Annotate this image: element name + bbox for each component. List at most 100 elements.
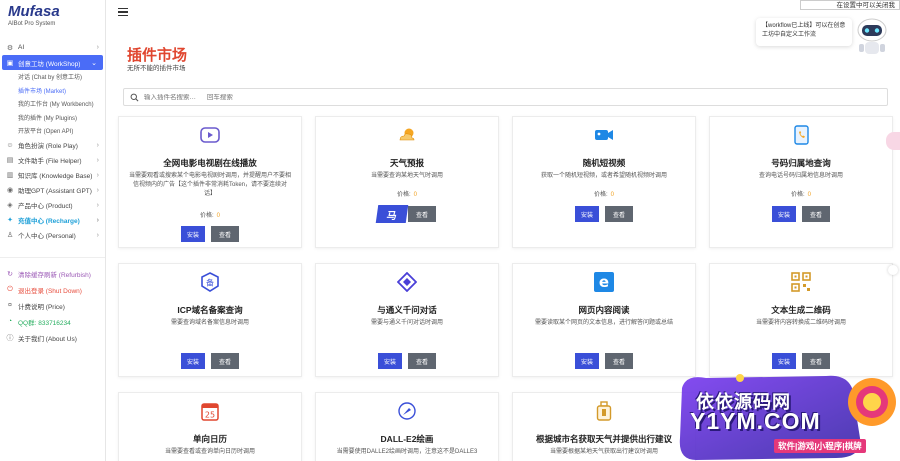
sidebar-item-knowledge[interactable]: ▥ 知识库 (Knowledge Base) › xyxy=(0,168,105,183)
sidebar-item-workshop[interactable]: ▣ 创意工坊 (WorkShop) ⌄ xyxy=(2,55,103,70)
plugin-desc: 当需要使用DALLE2绘画时调用，注意这不是DALLE3 xyxy=(336,449,478,455)
install-button[interactable]: 安装 xyxy=(575,353,599,369)
sidebar-item-recharge[interactable]: ✦ 充值中心 (Recharge) › xyxy=(0,213,105,228)
plugin-desc: 当需要将内容转换成二维码时调用 xyxy=(755,320,846,326)
sidebar-item-about[interactable]: ⓘ 关于我们 (About Us) xyxy=(0,330,105,346)
logo[interactable]: Mufasa AIBot Pro System xyxy=(0,0,105,32)
install-button[interactable]: 安装 xyxy=(575,206,599,222)
sidebar-item-filehelper[interactable]: ▤ 文件助手 (File Helper) › xyxy=(0,153,105,168)
install-button[interactable]: 安装 xyxy=(772,206,796,222)
sidebar-item-label: 产品中心 (Product) xyxy=(18,203,73,210)
side-feedback-tab[interactable] xyxy=(886,132,900,150)
plugin-card: 天气预报 当需要查询某地天气时调用 价格:0 安装查看 xyxy=(315,116,499,248)
view-button[interactable]: 查看 xyxy=(802,206,830,222)
plugin-name: ICP域名备案查询 xyxy=(177,305,243,315)
plugin-price: 价格: 0 xyxy=(710,189,892,198)
sidebar-item-label: 充值中心 (Recharge) xyxy=(18,218,80,225)
plugin-name: 号码归属地查询 xyxy=(771,158,831,168)
refresh-icon: ↻ xyxy=(7,270,13,278)
svg-text:e: e xyxy=(599,273,609,291)
plugin-desc: 当需要查看或查询单向日历时调用 xyxy=(164,449,255,455)
promo-sticker: 马 xyxy=(375,205,409,223)
plugin-name: 全网电影电视剧在线播放 xyxy=(163,158,257,168)
view-button[interactable]: 查看 xyxy=(605,353,633,369)
sidebar-subitem-workbench[interactable]: 我的工作台 (My Workbench) xyxy=(0,97,105,111)
sidebar-nav: ⚙ AI › ▣ 创意工坊 (WorkShop) ⌄ 对话 (Chat by 创… xyxy=(0,40,105,243)
plugin-desc: 需要与通义千问对话时调用 xyxy=(370,320,443,326)
watermark-url: Y1YM.COM xyxy=(690,408,821,434)
plugin-actions: 安装查看 xyxy=(513,353,695,369)
install-button[interactable]: 安装 xyxy=(181,226,205,242)
install-button[interactable]: 安装 xyxy=(181,353,205,369)
sidebar-item-label: 关于我们 (About Us) xyxy=(18,335,77,343)
sidebar-item-personal[interactable]: ♙ 个人中心 (Personal) › xyxy=(0,228,105,243)
plugin-card: 随机短视频 获取一个随机短视频，或者希望随机视频时调用 价格: 0 安装 查看 xyxy=(512,116,696,248)
sidebar-item-label: QQ群: 833716234 xyxy=(18,319,71,327)
view-button[interactable]: 查看 xyxy=(408,353,436,369)
side-float-button[interactable] xyxy=(888,265,898,275)
plugin-card: 根据城市名获取天气并提供出行建议 当需要根据某地天气获取出行建议时调用 xyxy=(512,392,696,461)
sidebar-subitem-market[interactable]: 插件市场 (Market) xyxy=(0,84,105,98)
plugin-card: e 网页内容阅读 需要读取某个网页的文本信息，进行解答问题或总结 安装 查看 xyxy=(512,263,696,377)
sidebar-item-label: 角色扮演 (Role Play) xyxy=(18,143,78,150)
sidebar-item-refresh[interactable]: ↻ 清除缓存刷新 (Refurbish) xyxy=(0,266,105,282)
workshop-icon: ▣ xyxy=(6,59,14,67)
chevron-right-icon: › xyxy=(96,171,99,179)
view-button[interactable]: 查看 xyxy=(605,206,633,222)
menu-toggle-icon[interactable] xyxy=(118,8,128,17)
logo-title: Mufasa xyxy=(8,3,60,20)
view-button[interactable]: 查看 xyxy=(802,353,830,369)
plugin-desc: 需要查询域名备案信息时调用 xyxy=(170,320,249,326)
plugin-name: 天气预报 xyxy=(389,158,424,168)
install-button[interactable]: 安装 xyxy=(378,353,402,369)
price-label: 价格: xyxy=(199,213,214,219)
price-label: 价格: xyxy=(396,192,411,198)
price-value: 0 xyxy=(610,192,614,198)
sidebar-subitem-plugins[interactable]: 我的插件 (My Plugins) xyxy=(0,111,105,125)
sidebar-subitem-chat[interactable]: 对话 (Chat by 创意工坊) xyxy=(0,70,105,84)
close-hint[interactable]: 在设置中可以关闭我 xyxy=(800,0,900,10)
search-icon xyxy=(130,93,139,101)
plugin-actions: 安装查看 xyxy=(710,353,892,369)
view-button[interactable]: 查看 xyxy=(211,226,239,242)
plugin-card: DALL-E2绘画 当需要使用DALLE2绘画时调用，注意这不是DALLE3 xyxy=(315,392,499,461)
view-button[interactable]: 查看 xyxy=(408,206,436,222)
sidebar: Mufasa AIBot Pro System ⚙ AI › ▣ 创意工坊 (W… xyxy=(0,0,106,461)
plugin-actions: 安装查看 xyxy=(710,206,892,222)
plugin-desc: 当需要根据某地天气获取出行建议时调用 xyxy=(549,449,658,455)
view-button[interactable]: 查看 xyxy=(211,353,239,369)
video-icon xyxy=(199,124,221,146)
chevron-right-icon: › xyxy=(96,186,99,194)
qrcode-icon xyxy=(790,271,812,293)
plugin-name: 文本生成二维码 xyxy=(771,305,831,315)
sidebar-item-label: 助理GPT (Assistant GPT) xyxy=(18,188,92,195)
plugin-name: 根据城市名获取天气并提供出行建议 xyxy=(535,434,672,444)
notification-bubble: 【workflow已上线】可以在创意工坊中自定义工作流 xyxy=(756,18,852,46)
plugin-card: 文本生成二维码 当需要将内容转换成二维码时调用 安装 查看 xyxy=(709,263,893,377)
sidebar-item-product[interactable]: ◈ 产品中心 (Product) › xyxy=(0,198,105,213)
plugin-price: 价格: 0 xyxy=(513,189,695,198)
product-icon: ◈ xyxy=(7,202,13,209)
plugin-actions: 安装查看 xyxy=(513,206,695,222)
robot-mascot-icon[interactable] xyxy=(852,16,892,60)
sidebar-item-shutdown[interactable]: ⏻ 退出登录 (Shut Down) xyxy=(0,282,105,298)
price-label: 价格: xyxy=(790,192,805,198)
qq-icon: ◔ xyxy=(7,318,13,325)
chevron-right-icon: › xyxy=(96,201,99,209)
sidebar-subitem-openapi[interactable]: 开放平台 (Open API) xyxy=(0,124,105,138)
sidebar-item-qq[interactable]: ◔ QQ群: 833716234 xyxy=(0,314,105,330)
install-button[interactable]: 安装 xyxy=(772,353,796,369)
sidebar-item-assistant[interactable]: ◉ 助理GPT (Assistant GPT) › xyxy=(0,183,105,198)
sidebar-item-roleplay[interactable]: ☺ 角色扮演 (Role Play) › xyxy=(0,138,105,153)
sidebar-bottom-nav: ↻ 清除缓存刷新 (Refurbish) ⏻ 退出登录 (Shut Down) … xyxy=(0,266,105,346)
plugin-card: 与通义千问对话 需要与通义千问对话时调用 安装 查看 xyxy=(315,263,499,377)
svg-text:25: 25 xyxy=(205,411,215,420)
search-bar[interactable] xyxy=(123,88,888,106)
sidebar-item-ai[interactable]: ⚙ AI › xyxy=(0,40,105,55)
logo-subtitle: AIBot Pro System xyxy=(8,21,56,27)
sidebar-item-price[interactable]: ¤ 计费说明 (Price) xyxy=(0,298,105,314)
search-input[interactable] xyxy=(144,93,444,101)
chevron-down-icon: ⌄ xyxy=(91,59,97,67)
plugin-actions: 安装查看 xyxy=(119,353,301,369)
plugin-actions: 安装查看 xyxy=(119,226,301,242)
